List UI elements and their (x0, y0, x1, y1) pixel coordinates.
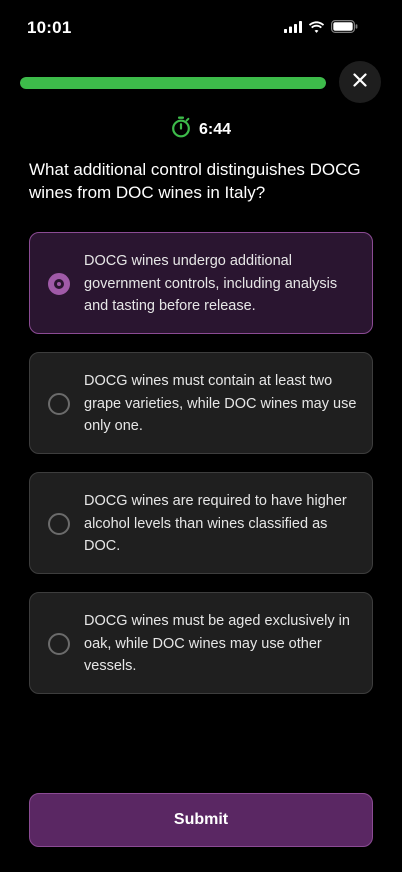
quiz-progress-bar (20, 77, 326, 89)
close-icon (353, 72, 367, 92)
wifi-icon (308, 20, 325, 38)
answer-option-4[interactable]: DOCG wines must be aged exclusively in o… (29, 592, 373, 694)
quiz-progress-fill (20, 77, 326, 89)
stopwatch-icon (171, 116, 191, 143)
submit-button[interactable]: Submit (29, 793, 373, 847)
question-text: What additional control distinguishes DO… (29, 160, 361, 202)
status-time: 10:01 (27, 18, 72, 37)
battery-icon (331, 20, 358, 38)
answer-options: DOCG wines undergo additional government… (29, 232, 373, 712)
radio-button[interactable] (48, 633, 70, 655)
quiz-screen: 10:01 6:44 What additional control disti… (0, 0, 402, 872)
status-icons (284, 20, 358, 38)
answer-option-1[interactable]: DOCG wines undergo additional government… (29, 232, 373, 334)
quiz-timer: 6:44 (0, 116, 402, 143)
close-button[interactable] (339, 61, 381, 103)
cellular-signal-icon (284, 20, 302, 38)
answer-option-2[interactable]: DOCG wines must contain at least two gra… (29, 352, 373, 454)
answer-option-text: DOCG wines must be aged exclusively in o… (84, 613, 350, 674)
answer-option-3[interactable]: DOCG wines are required to have higher a… (29, 472, 373, 574)
radio-button[interactable] (48, 393, 70, 415)
status-bar: 10:01 (0, 0, 402, 56)
timer-value: 6:44 (198, 120, 232, 138)
answer-option-text: DOCG wines undergo additional government… (84, 253, 338, 314)
answer-option-text: DOCG wines must contain at least two gra… (84, 373, 357, 434)
radio-button[interactable] (48, 273, 70, 295)
radio-button[interactable] (48, 513, 70, 535)
answer-option-text: DOCG wines are required to have higher a… (84, 493, 347, 554)
